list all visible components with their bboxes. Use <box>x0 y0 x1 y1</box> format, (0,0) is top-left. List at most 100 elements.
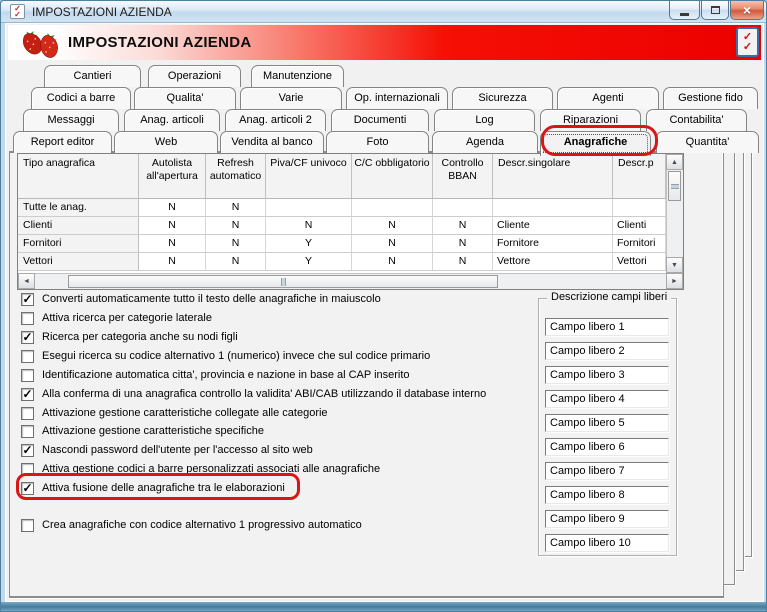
grid-cell-clienti-3[interactable]: N <box>352 217 433 235</box>
checkbox-unchecked[interactable] <box>21 406 34 420</box>
tab-operazioni[interactable]: Operazioni <box>148 65 241 87</box>
tab-agenda[interactable]: Agenda <box>432 131 538 153</box>
campo-libero-input-10[interactable] <box>545 534 669 552</box>
tab-qualita[interactable]: Qualita' <box>134 87 236 109</box>
row-label-tutte-le-anag[interactable]: Tutte le anag. <box>18 199 139 217</box>
tab-riparazioni[interactable]: Riparazioni <box>540 109 641 131</box>
close-button[interactable]: × <box>730 1 764 20</box>
grid-cell-vettori-0[interactable]: N <box>139 253 206 271</box>
grid-cell-clienti-1[interactable]: N <box>206 217 266 235</box>
scroll-down-button[interactable]: ▼ <box>666 257 683 273</box>
tab-documenti[interactable]: Documenti <box>331 109 429 131</box>
tab-sicurezza[interactable]: Sicurezza <box>452 87 553 109</box>
checkbox-unchecked[interactable] <box>21 424 34 438</box>
row-label-fornitori[interactable]: Fornitori <box>18 235 139 253</box>
grid-cell-fornitori-3[interactable]: N <box>352 235 433 253</box>
grid-cell-fornitori-1[interactable]: N <box>206 235 266 253</box>
tab-anagrafiche[interactable]: Anagrafiche <box>540 131 651 156</box>
checkbox-row-converti-automaticamente-tutto-il-testo-[interactable]: ✓ Converti automaticamente tutto il testo… <box>21 291 381 307</box>
grid-vertical-scrollbar[interactable]: ▲ ▼ <box>666 154 683 273</box>
tab-foto[interactable]: Foto <box>326 131 429 153</box>
checkbox-row-crea-anagrafiche-con-codice-alternativo-[interactable]: Crea anagrafiche con codice alternativo … <box>21 517 362 533</box>
checkbox-checked[interactable]: ✓ <box>21 481 34 495</box>
campo-libero-input-4[interactable] <box>545 390 669 408</box>
grid-cell-vettori-5[interactable]: Vettore <box>493 253 613 271</box>
campo-libero-input-3[interactable] <box>545 366 669 384</box>
tab-quantita[interactable]: Quantita' <box>656 131 759 153</box>
grid-cell-clienti-0[interactable]: N <box>139 217 206 235</box>
checkbox-unchecked[interactable] <box>21 311 34 325</box>
grid-cell-tutte-le-anag-4[interactable] <box>433 199 493 217</box>
tab-contabilita[interactable]: Contabilita' <box>646 109 747 131</box>
checkbox-row-identificazione-automatica-citta-provinc[interactable]: Identificazione automatica citta', provi… <box>21 367 410 383</box>
grid-cell-clienti-6[interactable]: Clienti <box>613 217 666 235</box>
settings-checklist-button[interactable]: ✓ ✓ <box>736 27 759 57</box>
tab-report-editor[interactable]: Report editor <box>13 131 112 153</box>
row-label-clienti[interactable]: Clienti <box>18 217 139 235</box>
checkbox-unchecked[interactable] <box>21 462 34 476</box>
tab-anag-articoli[interactable]: Anag. articoli <box>124 109 220 131</box>
grid-horizontal-scrollbar[interactable]: ◄ ► <box>18 273 683 289</box>
checkbox-row-attivazione-gestione-caratteristiche-spe[interactable]: Attivazione gestione caratteristiche spe… <box>21 423 264 439</box>
grid-cell-tutte-le-anag-0[interactable]: N <box>139 199 206 217</box>
tab-agenti[interactable]: Agenti <box>557 87 659 109</box>
checkbox-row-attiva-fusione-delle-anagrafiche-tra-le-[interactable]: ✓ Attiva fusione delle anagrafiche tra le… <box>21 480 285 496</box>
grid-cell-clienti-4[interactable]: N <box>433 217 493 235</box>
grid-cell-tutte-le-anag-5[interactable] <box>493 199 613 217</box>
checkbox-row-esegui-ricerca-su-codice-alternativo-1-n[interactable]: Esegui ricerca su codice alternativo 1 (… <box>21 348 430 364</box>
campo-libero-input-5[interactable] <box>545 414 669 432</box>
campo-libero-input-9[interactable] <box>545 510 669 528</box>
campo-libero-input-1[interactable] <box>545 318 669 336</box>
grid-cell-tutte-le-anag-2[interactable] <box>266 199 352 217</box>
checkbox-unchecked[interactable] <box>21 349 34 363</box>
tab-vendita-al-banco[interactable]: Vendita al banco <box>220 131 324 153</box>
tab-web[interactable]: Web <box>114 131 218 153</box>
checkbox-unchecked[interactable] <box>21 368 34 382</box>
titlebar[interactable]: ✓ ✓ IMPOSTAZIONI AZIENDA × <box>1 1 766 23</box>
tab-messaggi[interactable]: Messaggi <box>23 109 119 131</box>
grid-cell-clienti-5[interactable]: Cliente <box>493 217 613 235</box>
scroll-right-button[interactable]: ► <box>666 273 683 289</box>
tab-log[interactable]: Log <box>434 109 535 131</box>
minimize-button[interactable] <box>669 1 700 20</box>
checkbox-row-attiva-ricerca-per-categorie-laterale[interactable]: Attiva ricerca per categorie laterale <box>21 310 212 326</box>
tab-manutenzione[interactable]: Manutenzione <box>251 65 344 87</box>
checkbox-row-ricerca-per-categoria-anche-su-nodi-figl[interactable]: ✓ Ricerca per categoria anche su nodi fig… <box>21 329 238 345</box>
grid-cell-tutte-le-anag-3[interactable] <box>352 199 433 217</box>
row-label-vettori[interactable]: Vettori <box>18 253 139 271</box>
campo-libero-input-8[interactable] <box>545 486 669 504</box>
campo-libero-input-2[interactable] <box>545 342 669 360</box>
campo-libero-input-6[interactable] <box>545 438 669 456</box>
scroll-up-button[interactable]: ▲ <box>666 154 683 170</box>
grid-cell-vettori-6[interactable]: Vettori <box>613 253 666 271</box>
checkbox-checked[interactable]: ✓ <box>21 387 34 401</box>
grid-cell-fornitori-5[interactable]: Fornitore <box>493 235 613 253</box>
tab-gestione-fido[interactable]: Gestione fido <box>663 87 758 109</box>
tab-codici-a-barre[interactable]: Codici a barre <box>31 87 131 109</box>
checkbox-checked[interactable]: ✓ <box>21 443 34 457</box>
grid-cell-vettori-4[interactable]: N <box>433 253 493 271</box>
grid-cell-clienti-2[interactable]: N <box>266 217 352 235</box>
checkbox-unchecked[interactable] <box>21 518 34 532</box>
checkbox-checked[interactable]: ✓ <box>21 330 34 344</box>
grid-cell-fornitori-2[interactable]: Y <box>266 235 352 253</box>
checkbox-row-attivazione-gestione-caratteristiche-col[interactable]: Attivazione gestione caratteristiche col… <box>21 405 328 421</box>
grid-cell-fornitori-0[interactable]: N <box>139 235 206 253</box>
tab-op-internazionali[interactable]: Op. internazionali <box>346 87 448 109</box>
tab-cantieri[interactable]: Cantieri <box>44 65 141 87</box>
tab-anag-articoli-2[interactable]: Anag. articoli 2 <box>225 109 326 131</box>
checkbox-checked[interactable]: ✓ <box>21 292 34 306</box>
grid-cell-fornitori-6[interactable]: Fornitori <box>613 235 666 253</box>
grid-cell-tutte-le-anag-1[interactable]: N <box>206 199 266 217</box>
grid-cell-vettori-1[interactable]: N <box>206 253 266 271</box>
vertical-scroll-thumb[interactable] <box>668 171 681 201</box>
grid-cell-vettori-2[interactable]: Y <box>266 253 352 271</box>
maximize-button[interactable] <box>701 1 729 20</box>
scroll-left-button[interactable]: ◄ <box>18 273 35 289</box>
grid-cell-tutte-le-anag-6[interactable] <box>613 199 666 217</box>
tab-varie[interactable]: Varie <box>240 87 342 109</box>
grid-cell-fornitori-4[interactable]: N <box>433 235 493 253</box>
horizontal-scroll-thumb[interactable] <box>68 275 498 288</box>
checkbox-row-alla-conferma-di-una-anagrafica-controll[interactable]: ✓ Alla conferma di una anagrafica control… <box>21 386 486 402</box>
checkbox-row-nascondi-password-dell-utente-per-l-acce[interactable]: ✓ Nascondi password dell'utente per l'acc… <box>21 442 313 458</box>
